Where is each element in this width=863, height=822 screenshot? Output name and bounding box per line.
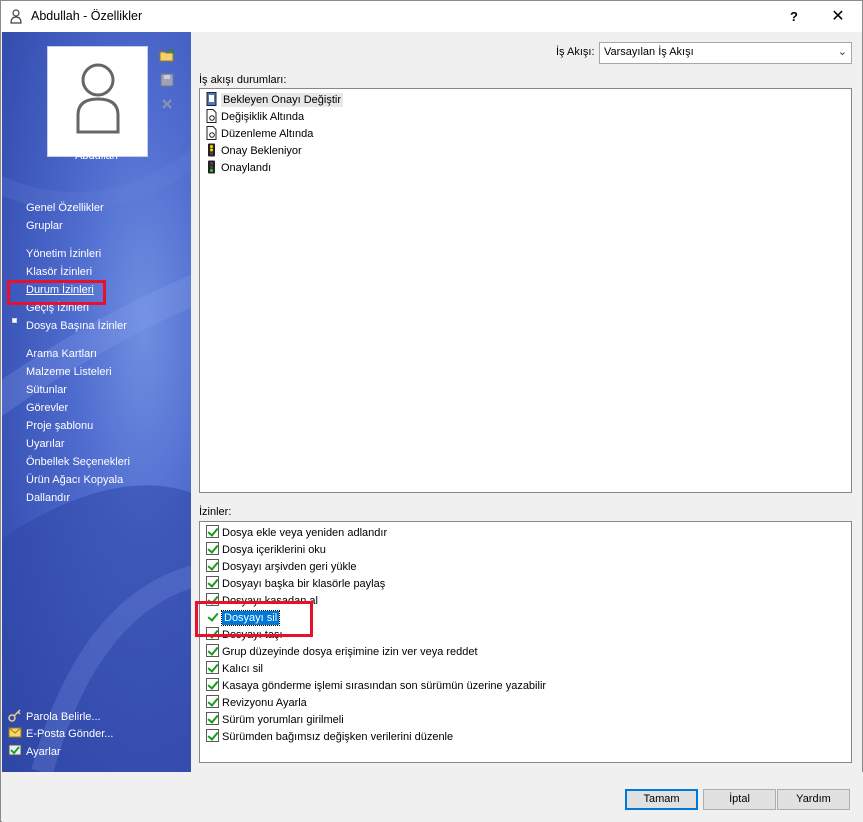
permission-label: Dosya ekle veya yeniden adlandır — [222, 527, 388, 539]
permission-checkbox[interactable] — [206, 712, 219, 725]
ok-button[interactable]: Tamam — [625, 789, 698, 810]
workflow-states-list[interactable]: Bekleyen Onayı Değiştir Değişiklik Altınd… — [199, 88, 852, 493]
sidebar-item[interactable]: Gruplar — [26, 220, 63, 232]
key-icon — [8, 709, 21, 722]
highlight-box-permission — [195, 601, 313, 637]
sidebar: Abdullah Genel Özellikler Gruplar Yönetim … — [2, 32, 191, 772]
permission-item[interactable]: Revizyonu Ayarla — [206, 695, 307, 712]
permission-item[interactable]: Grup düzeyinde dosya erişimine izin ver … — [206, 644, 478, 661]
permission-item[interactable]: Kasaya gönderme işlemi sırasından son sü… — [206, 678, 546, 695]
main-panel: İş Akışı: Varsayılan İş Akışı ⌄ İş akışı… — [191, 32, 862, 772]
cancel-button[interactable]: İptal — [703, 789, 776, 810]
permissions-label: İzinler: — [199, 506, 232, 518]
settings-icon — [8, 744, 22, 756]
workflow-state-label: Bekleyen Onayı Değiştir — [221, 93, 343, 107]
avatar — [47, 46, 148, 157]
workflow-state-item[interactable]: Değişiklik Altında — [206, 109, 304, 126]
permission-item[interactable]: Sürümden bağımsız değişken verilerini dü… — [206, 729, 453, 746]
title-bar: Abdullah - Özellikler ? ✕ — [1, 1, 862, 32]
permission-item[interactable]: Dosya içeriklerini oku — [206, 542, 326, 559]
permission-item[interactable]: Dosyayı arşivden geri yükle — [206, 559, 357, 576]
active-nav-bullet-icon — [12, 318, 17, 323]
workflow-state-item[interactable]: Düzenleme Altında — [206, 126, 313, 143]
sidebar-item[interactable]: Yönetim İzinleri — [26, 248, 101, 260]
workflow-state-item[interactable]: Bekleyen Onayı Değiştir — [206, 92, 343, 109]
chevron-down-icon: ⌄ — [837, 46, 847, 58]
sidebar-item[interactable]: Görevler — [26, 402, 68, 414]
permission-label: Dosyayı arşivden geri yükle — [222, 561, 357, 573]
help-button[interactable]: Yardım — [777, 789, 850, 810]
workflow-state-label: Düzenleme Altında — [221, 128, 314, 140]
sidebar-item[interactable]: Dallandır — [26, 492, 70, 504]
state-approved-icon — [208, 160, 215, 174]
settings-link[interactable]: Ayarlar — [8, 744, 61, 758]
permission-checkbox[interactable] — [206, 542, 219, 555]
permission-label: Dosya içeriklerini oku — [222, 544, 326, 556]
permission-checkbox[interactable] — [206, 576, 219, 589]
permission-label: Revizyonu Ayarla — [222, 697, 307, 709]
workflow-state-item[interactable]: Onaylandı — [206, 160, 271, 177]
permission-checkbox[interactable] — [206, 661, 219, 674]
sidebar-item[interactable]: Arama Kartları — [26, 348, 97, 360]
workflow-select-value: Varsayılan İş Akışı — [604, 46, 694, 58]
permission-label: Sürüm yorumları girilmeli — [222, 714, 344, 726]
permissions-list[interactable]: Dosya ekle veya yeniden adlandır Dosya iç… — [199, 521, 852, 763]
properties-window: Abdullah - Özellikler ? ✕ Abdullah Genel… — [0, 0, 863, 822]
sidebar-item[interactable]: Dosya Başına İzinler — [26, 320, 127, 332]
state-edit-icon — [206, 126, 217, 140]
sidebar-item[interactable]: Genel Özellikler — [26, 202, 104, 214]
dialog-footer: Tamam İptal Yardım — [2, 772, 863, 822]
permission-checkbox[interactable] — [206, 559, 219, 572]
send-email-link[interactable]: E-Posta Gönder... — [8, 726, 113, 740]
permission-label: Sürümden bağımsız değişken verilerini dü… — [222, 731, 454, 743]
sidebar-item[interactable]: Ürün Ağacı Kopyala — [26, 474, 123, 486]
workflow-select[interactable]: Varsayılan İş Akışı ⌄ — [599, 42, 852, 64]
permission-item[interactable]: Dosyayı başka bir klasörle paylaş — [206, 576, 385, 593]
permission-checkbox[interactable] — [206, 525, 219, 538]
window-title: Abdullah - Özellikler — [31, 9, 143, 23]
state-pending-icon — [206, 92, 217, 106]
sidebar-item[interactable]: Uyarılar — [26, 438, 65, 450]
user-icon — [10, 9, 22, 24]
delete-icon[interactable] — [159, 96, 175, 112]
state-change-icon — [206, 109, 217, 123]
close-button[interactable]: ✕ — [815, 1, 861, 32]
workflow-state-label: Onaylandı — [221, 162, 272, 174]
avatar-silhouette-icon — [76, 63, 120, 134]
permission-label: Grup düzeyinde dosya erişimine izin ver … — [222, 646, 478, 658]
workflow-state-item[interactable]: Onay Bekleniyor — [206, 143, 302, 160]
workflow-state-label: Onay Bekleniyor — [221, 145, 302, 157]
permission-label: Kalıcı sil — [222, 663, 263, 675]
permission-label: Kasaya gönderme işlemi sırasından son sü… — [222, 680, 547, 692]
workflow-label: İş Akışı: — [556, 46, 595, 58]
permission-item[interactable]: Dosya ekle veya yeniden adlandır — [206, 525, 387, 542]
sidebar-item[interactable]: Proje şablonu — [26, 420, 93, 432]
highlight-box-nav — [7, 280, 106, 305]
set-password-label: Parola Belirle... — [26, 711, 101, 723]
sidebar-item[interactable]: Önbellek Seçenekleri — [26, 456, 130, 468]
permission-checkbox[interactable] — [206, 695, 219, 708]
workflow-states-label: İş akışı durumları: — [199, 74, 287, 86]
folder-open-icon[interactable] — [159, 48, 175, 64]
sidebar-item[interactable]: Sütunlar — [26, 384, 67, 396]
help-title-button[interactable]: ? — [771, 1, 817, 32]
state-waiting-icon — [208, 143, 215, 157]
settings-label: Ayarlar — [26, 746, 61, 758]
permission-item[interactable]: Sürüm yorumları girilmeli — [206, 712, 344, 729]
workflow-state-label: Değişiklik Altında — [221, 111, 305, 123]
set-password-link[interactable]: Parola Belirle... — [8, 709, 101, 723]
permission-label: Dosyayı başka bir klasörle paylaş — [222, 578, 386, 590]
permission-checkbox[interactable] — [206, 644, 219, 657]
permission-checkbox[interactable] — [206, 729, 219, 742]
permission-checkbox[interactable] — [206, 678, 219, 691]
sidebar-item[interactable]: Malzeme Listeleri — [26, 366, 112, 378]
save-icon[interactable] — [159, 72, 175, 88]
send-email-label: E-Posta Gönder... — [26, 728, 114, 740]
email-icon — [8, 727, 22, 738]
sidebar-item[interactable]: Klasör İzinleri — [26, 266, 92, 278]
user-name: Abdullah — [75, 150, 118, 162]
permission-item[interactable]: Kalıcı sil — [206, 661, 263, 678]
